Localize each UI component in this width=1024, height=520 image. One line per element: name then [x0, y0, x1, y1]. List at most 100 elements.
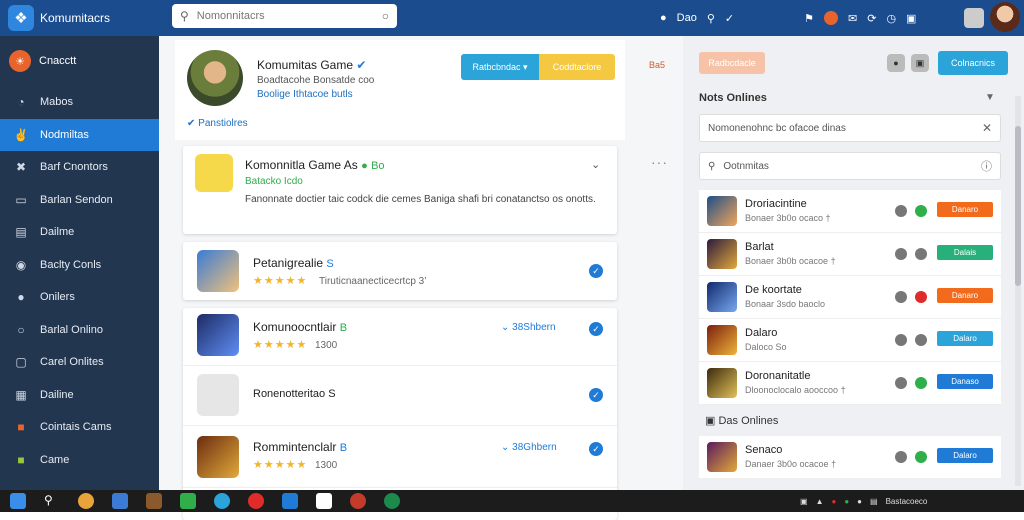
profile-link[interactable]: ✔ Panstiolres [187, 118, 248, 129]
handshake-icon: ✌ [13, 127, 29, 142]
top-nav: ● Dao ⚲ ✓ ⚑ ✉ ⟳ ◷ ▣ [660, 0, 916, 36]
status-badge[interactable]: Danaso [937, 374, 993, 389]
sidebar-item-nodmiltas[interactable]: ✌ Nodmiltas [0, 118, 159, 151]
online-search-field[interactable]: ⚲ Ootnmitas ⓘ [699, 152, 1001, 180]
sidebar-item-baclty-conls[interactable]: ◉ Baclty Conls [0, 249, 159, 282]
right-orange-button[interactable]: Radbcdacle [699, 52, 765, 74]
search-box[interactable]: ⚲ ○ [172, 4, 397, 28]
sidebar-item-mabos[interactable]: ◔ Mabos [0, 86, 159, 119]
user-avatar[interactable] [990, 2, 1020, 32]
game-title-text: Petanigrealie [253, 256, 324, 270]
app-logo[interactable]: ❖ Komumitacrs [0, 0, 160, 36]
settings-avatar-icon[interactable] [964, 8, 984, 28]
filter-field[interactable]: Nomonenohnc bc ofacoe dinas ✕ [699, 114, 1001, 142]
check-icon[interactable]: ✓ [589, 264, 603, 278]
chevron-down-icon[interactable]: ⌄ [591, 158, 600, 171]
edge-icon[interactable] [214, 493, 230, 509]
game-app-icon[interactable] [146, 493, 162, 509]
list-item[interactable]: De koortate Bonaar 3sdo baoclo Danaro [699, 276, 1001, 319]
tray-icon[interactable]: ● [857, 497, 862, 506]
scrollbar[interactable] [1015, 96, 1021, 486]
tray-icon[interactable]: ▣ [800, 497, 808, 506]
featured-card[interactable]: Komonnitla Game As ● Bo Batacko Icdo Fan… [183, 146, 617, 234]
search-icon[interactable]: ⚲ [44, 493, 60, 509]
game-badge: B [339, 442, 348, 454]
xbox-icon[interactable] [384, 493, 400, 509]
sidebar-header[interactable]: ☀ Cnacctt [0, 36, 159, 86]
tray-icon[interactable]: ● [844, 497, 849, 506]
check-icon[interactable]: ✓ [589, 388, 603, 402]
sidebar-item-onilers[interactable]: ● Onilers [0, 281, 159, 314]
sidebar-item-barf-cnontors[interactable]: ✖ Barf Cnontors [0, 151, 159, 184]
game-row[interactable]: Petanigrealie S ★★★★★ Tiruticnaanecticec… [183, 242, 617, 300]
tray-clock[interactable]: Bastacoeco [886, 497, 928, 506]
info-icon[interactable]: ⓘ [981, 158, 992, 174]
app-logo-icon: ❖ [8, 5, 34, 31]
search-clear-icon[interactable]: ○ [382, 9, 389, 23]
check-icon[interactable]: ✓ [589, 442, 603, 456]
flag-icon[interactable]: ⚑ [804, 12, 814, 25]
minimize-icon[interactable]: ● [887, 54, 905, 72]
status-badge[interactable]: Danaro [937, 288, 993, 303]
user-name: Senaco [745, 444, 783, 456]
more-options-icon[interactable]: ··· [651, 154, 668, 170]
store-icon[interactable] [180, 493, 196, 509]
sidebar-item-barlan-sendon[interactable]: ▭ Barlan Sendon [0, 184, 159, 217]
tray-icon[interactable]: ● [831, 497, 836, 506]
game-row[interactable]: Komunoocntlair B ★★★★★ 1300 ⌄ 38Shbern ✓ [183, 308, 617, 366]
status-badge[interactable]: Dalais [937, 245, 993, 260]
tray-icon[interactable]: ▲ [816, 497, 824, 506]
download-count[interactable]: ⌄ 38Shbern [501, 322, 556, 333]
list-item[interactable]: Barlat Bonaer 3b0b ocacoe † Dalais [699, 233, 1001, 276]
list-item[interactable]: Dalaro Daloco So Dalaro [699, 319, 1001, 362]
avatar [707, 442, 737, 472]
check-icon[interactable]: ✓ [589, 322, 603, 336]
game-launcher-icon[interactable] [350, 493, 366, 509]
sidebar-item-cointais-cams[interactable]: ■ Cointais Cams [0, 411, 159, 444]
sidebar-item-came[interactable]: ■ Came [0, 444, 159, 477]
chevron-down-icon[interactable]: ▼ [985, 92, 995, 103]
profile-sub2[interactable]: Boolige Ithtacoe butls [257, 88, 374, 102]
chrome-icon[interactable] [248, 493, 264, 509]
clock-icon[interactable]: ◷ [886, 12, 896, 25]
home-icon[interactable]: ● [660, 12, 667, 24]
game-row[interactable]: Ronenotteritao S ✓ [183, 366, 617, 426]
tray-icon[interactable]: ▤ [870, 497, 878, 506]
nav-label[interactable]: Dao [677, 12, 697, 24]
share-icon[interactable]: ▣ [906, 12, 916, 25]
refresh-icon[interactable]: ⟳ [867, 12, 876, 25]
mail-icon[interactable]: ✉ [848, 12, 857, 25]
sidebar-item-dailme[interactable]: ▤ Dailme [0, 216, 159, 249]
sidebar-item-barlal-onlino[interactable]: ○ Barlal Onlino [0, 314, 159, 347]
featured-game-icon [195, 154, 233, 192]
start-icon[interactable] [10, 493, 26, 509]
settings-icon[interactable]: ▣ [911, 54, 929, 72]
taskbar: ⚲ ▣ ▲ ● ● ● ▤ Bastacoeco [0, 490, 1024, 512]
download-count[interactable]: ⌄ 38Ghbern [501, 442, 557, 453]
list-item[interactable]: Doronanitatle Dloonoclocalo aooccoo † Dana… [699, 362, 1001, 405]
profile-avatar[interactable] [187, 50, 243, 106]
profile-dropdown-button[interactable]: Ratbcbndac ▾ [461, 54, 539, 80]
folder-icon[interactable] [112, 493, 128, 509]
status-badge[interactable]: Dalaro [937, 331, 993, 346]
status-badge[interactable]: Danaro [937, 202, 993, 217]
check-nav-icon[interactable]: ✓ [725, 12, 734, 25]
list-item[interactable]: Droriacintine Bonaer 3b0o ocaco † Danaro [699, 190, 1001, 233]
alert-icon[interactable] [824, 11, 838, 25]
game-row[interactable]: Rommintenclalr B ★★★★★ 1300 ⌄ 38Ghbern ✓ [183, 426, 617, 488]
right-teal-button[interactable]: Colnacnics [938, 51, 1008, 75]
mail-app-icon[interactable] [282, 493, 298, 509]
steam-icon[interactable] [316, 493, 332, 509]
sidebar-item-label: Mabos [40, 96, 74, 109]
sidebar-item-label: Barlal Onlino [40, 323, 103, 336]
search-input[interactable] [196, 10, 382, 22]
sidebar-item-dailine[interactable]: ▦ Dailine [0, 379, 159, 412]
close-icon[interactable]: ✕ [982, 121, 992, 135]
scrollbar-thumb[interactable] [1015, 126, 1021, 286]
status-badge[interactable]: Dalaro [937, 448, 993, 463]
list-item[interactable]: Senaco Danaer 3b0o ocacoe † Dalaro [699, 436, 1001, 479]
sidebar-item-carel-onlites[interactable]: ▢ Carel Onlites [0, 346, 159, 379]
browser-icon[interactable] [78, 493, 94, 509]
profile-action-button[interactable]: Coddtaclore [539, 54, 615, 80]
search-nav-icon[interactable]: ⚲ [707, 12, 715, 25]
